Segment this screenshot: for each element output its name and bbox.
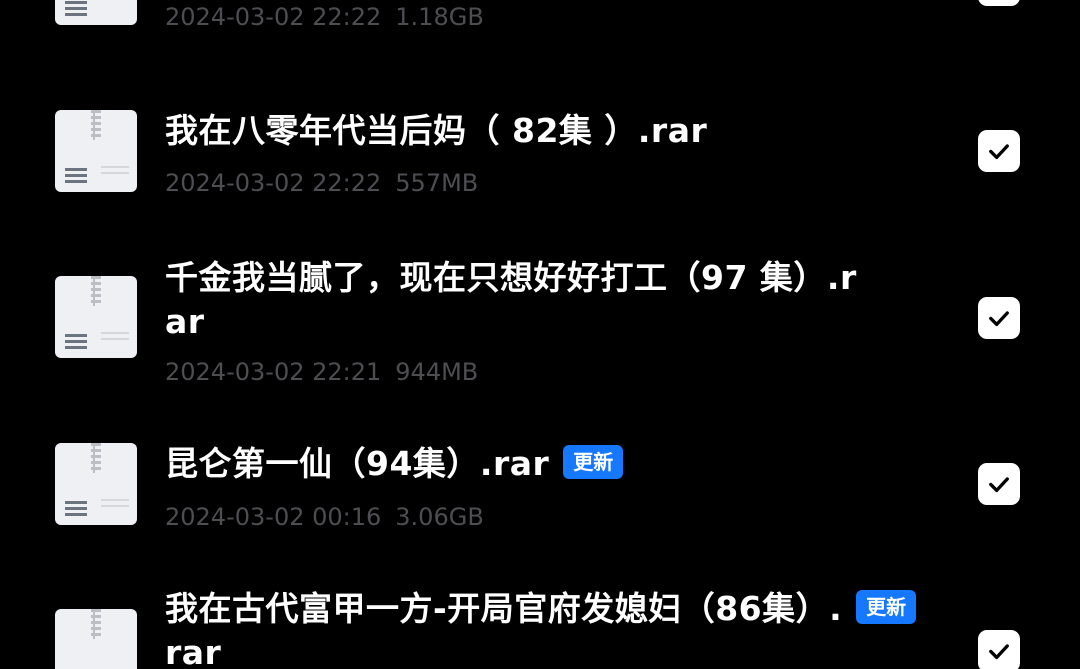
file-name-line: 千金我当腻了，现在只想好好打工（97 集）.r [165, 258, 857, 297]
select-checkbox[interactable] [978, 0, 1020, 6]
file-date: 2024-03-02 22:22 [165, 3, 382, 31]
archive-file-icon [55, 443, 137, 525]
checkmark-icon [989, 644, 1009, 660]
file-name-line: 我在八零年代当后妈（ 82集 ）.rar [165, 111, 708, 150]
file-date: 2024-03-02 22:22 [165, 169, 382, 197]
archive-file-icon [55, 609, 137, 669]
file-name-line: ar [165, 302, 205, 341]
file-meta: 2024-03-02 22:22 1.18GB [165, 2, 484, 32]
file-name-line: rar [165, 633, 222, 669]
file-meta: 2024-03-02 22:21 944MB [165, 357, 478, 387]
file-date: 2024-03-02 22:21 [165, 358, 382, 386]
file-size: 3.06GB [395, 503, 484, 531]
select-checkbox[interactable] [978, 297, 1020, 339]
select-checkbox[interactable] [978, 630, 1020, 669]
select-checkbox[interactable] [978, 463, 1020, 505]
file-meta: 2024-03-02 00:16 3.06GB [165, 502, 484, 532]
file-name: 昆仑第一仙（94集）.rar 更新 [165, 442, 624, 486]
file-size: 557MB [395, 169, 479, 197]
file-name-line: 我在古代富甲一方-开局官府发媳妇（86集）. [165, 589, 843, 628]
file-date: 2024-03-02 00:16 [165, 503, 382, 531]
update-badge: 更新 [563, 444, 624, 479]
file-name-line: 昆仑第一仙（94集）.rar [165, 444, 550, 483]
checkmark-icon [989, 311, 1009, 327]
file-name: 千金我当腻了，现在只想好好打工（97 集）.r ar [165, 256, 857, 344]
file-name: 我在八零年代当后妈（ 82集 ）.rar [165, 109, 707, 153]
select-checkbox[interactable] [978, 130, 1020, 172]
update-badge: 更新 [856, 589, 917, 624]
archive-file-icon [55, 276, 137, 358]
checkmark-icon [989, 477, 1009, 493]
file-meta: 2024-03-02 22:22 557MB [165, 168, 478, 198]
file-size: 944MB [395, 358, 479, 386]
archive-file-icon [55, 0, 137, 25]
file-size: 1.18GB [395, 3, 484, 31]
archive-file-icon [55, 110, 137, 192]
file-name: 我在古代富甲一方-开局官府发媳妇（86集）. 更新 rar [165, 587, 917, 669]
checkmark-icon [989, 144, 1009, 160]
file-list: 2024-03-02 22:22 1.18GB 我在八零年代当后妈（ 82集 ）.… [0, 0, 1080, 669]
